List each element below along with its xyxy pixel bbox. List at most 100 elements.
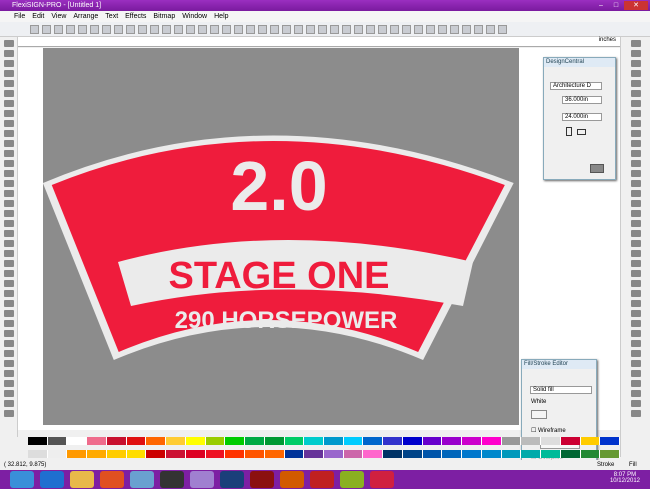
color-swatch[interactable] xyxy=(343,437,364,445)
toolbar-button[interactable] xyxy=(150,25,159,34)
tool-button[interactable] xyxy=(4,140,14,147)
toolbar-button[interactable] xyxy=(462,25,471,34)
tool-button[interactable] xyxy=(4,100,14,107)
tool-button[interactable] xyxy=(631,150,641,157)
tool-button[interactable] xyxy=(631,170,641,177)
toolbar-button[interactable] xyxy=(294,25,303,34)
tool-button[interactable] xyxy=(631,210,641,217)
toolbar-button[interactable] xyxy=(162,25,171,34)
tool-button[interactable] xyxy=(631,240,641,247)
color-swatch[interactable] xyxy=(225,437,246,445)
tool-button[interactable] xyxy=(631,120,641,127)
color-swatch[interactable] xyxy=(304,450,325,458)
toolbar-button[interactable] xyxy=(330,25,339,34)
color-swatch[interactable] xyxy=(106,437,127,445)
tool-button[interactable] xyxy=(4,130,14,137)
tool-button[interactable] xyxy=(4,60,14,67)
menu-window[interactable]: Window xyxy=(182,11,207,22)
tool-button[interactable] xyxy=(4,160,14,167)
tool-button[interactable] xyxy=(4,300,14,307)
color-swatch-button[interactable] xyxy=(590,164,604,173)
tool-button[interactable] xyxy=(4,70,14,77)
fill-type-select[interactable]: Solid fill xyxy=(530,386,592,394)
menu-text[interactable]: Text xyxy=(105,11,118,22)
color-swatch[interactable] xyxy=(185,437,206,445)
taskbar-app-icon[interactable] xyxy=(250,471,274,488)
color-swatch[interactable] xyxy=(481,450,502,458)
taskbar-app-icon[interactable] xyxy=(100,471,124,488)
tool-button[interactable] xyxy=(4,310,14,317)
tool-button[interactable] xyxy=(4,200,14,207)
taskbar-app-icon[interactable] xyxy=(220,471,244,488)
tool-button[interactable] xyxy=(631,200,641,207)
taskbar-app-icon[interactable] xyxy=(370,471,394,488)
tool-button[interactable] xyxy=(4,110,14,117)
tool-button[interactable] xyxy=(4,380,14,387)
toolbar-button[interactable] xyxy=(90,25,99,34)
tool-button[interactable] xyxy=(631,220,641,227)
taskbar-app-icon[interactable] xyxy=(310,471,334,488)
color-swatch[interactable] xyxy=(481,437,502,445)
tool-button[interactable] xyxy=(4,270,14,277)
taskbar-app-icon[interactable] xyxy=(340,471,364,488)
toolbar-button[interactable] xyxy=(102,25,111,34)
tool-button[interactable] xyxy=(631,270,641,277)
color-swatch[interactable] xyxy=(324,450,344,458)
tool-button[interactable] xyxy=(4,50,14,57)
menu-file[interactable]: File xyxy=(14,11,25,22)
color-swatch[interactable] xyxy=(245,450,265,458)
color-swatch[interactable] xyxy=(67,450,88,458)
color-swatch[interactable] xyxy=(600,450,621,458)
color-swatch[interactable] xyxy=(126,437,147,445)
taskbar-app-icon[interactable] xyxy=(190,471,214,488)
toolbar-button[interactable] xyxy=(138,25,147,34)
color-swatch[interactable] xyxy=(521,450,542,458)
tool-button[interactable] xyxy=(4,290,14,297)
toolbar-button[interactable] xyxy=(306,25,315,34)
landscape-button[interactable] xyxy=(577,129,586,135)
tool-button[interactable] xyxy=(631,40,641,47)
toolbar-button[interactable] xyxy=(474,25,483,34)
tool-button[interactable] xyxy=(631,100,641,107)
minimize-button[interactable]: – xyxy=(594,1,608,10)
toolbar-button[interactable] xyxy=(270,25,279,34)
tool-button[interactable] xyxy=(4,40,14,47)
toolbar-button[interactable] xyxy=(342,25,351,34)
portrait-button[interactable] xyxy=(566,127,572,136)
tool-button[interactable] xyxy=(4,150,14,157)
color-swatch[interactable] xyxy=(47,450,68,458)
tool-button[interactable] xyxy=(4,280,14,287)
tool-button[interactable] xyxy=(4,240,14,247)
tool-button[interactable] xyxy=(631,130,641,137)
color-swatch[interactable] xyxy=(106,450,127,458)
color-swatch[interactable] xyxy=(560,437,581,445)
color-swatch[interactable] xyxy=(245,437,265,445)
color-swatch[interactable] xyxy=(363,437,384,445)
color-swatch[interactable] xyxy=(442,450,463,458)
tool-button[interactable] xyxy=(631,180,641,187)
color-swatch[interactable] xyxy=(146,437,167,445)
color-swatch[interactable] xyxy=(521,437,542,445)
color-swatch[interactable] xyxy=(126,450,147,458)
tool-button[interactable] xyxy=(4,250,14,257)
toolbar-button[interactable] xyxy=(354,25,363,34)
tool-button[interactable] xyxy=(631,370,641,377)
artwork[interactable]: 2.0 STAGE ONE 290 HORSEPOWER xyxy=(42,48,519,425)
color-swatch[interactable] xyxy=(580,437,601,445)
tool-button[interactable] xyxy=(4,220,14,227)
toolbar-button[interactable] xyxy=(126,25,135,34)
tool-button[interactable] xyxy=(4,330,14,337)
tool-button[interactable] xyxy=(4,120,14,127)
toolbar-button[interactable] xyxy=(222,25,231,34)
color-swatch[interactable] xyxy=(284,437,305,445)
tool-button[interactable] xyxy=(631,70,641,77)
height-field[interactable]: 24.000in xyxy=(562,113,602,121)
width-field[interactable]: 36.000in xyxy=(562,96,602,104)
tool-button[interactable] xyxy=(631,90,641,97)
toolbar-button[interactable] xyxy=(318,25,327,34)
toolbar-button[interactable] xyxy=(30,25,39,34)
tool-button[interactable] xyxy=(631,320,641,327)
toolbar-button[interactable] xyxy=(390,25,399,34)
tool-button[interactable] xyxy=(631,250,641,257)
tool-button[interactable] xyxy=(631,300,641,307)
